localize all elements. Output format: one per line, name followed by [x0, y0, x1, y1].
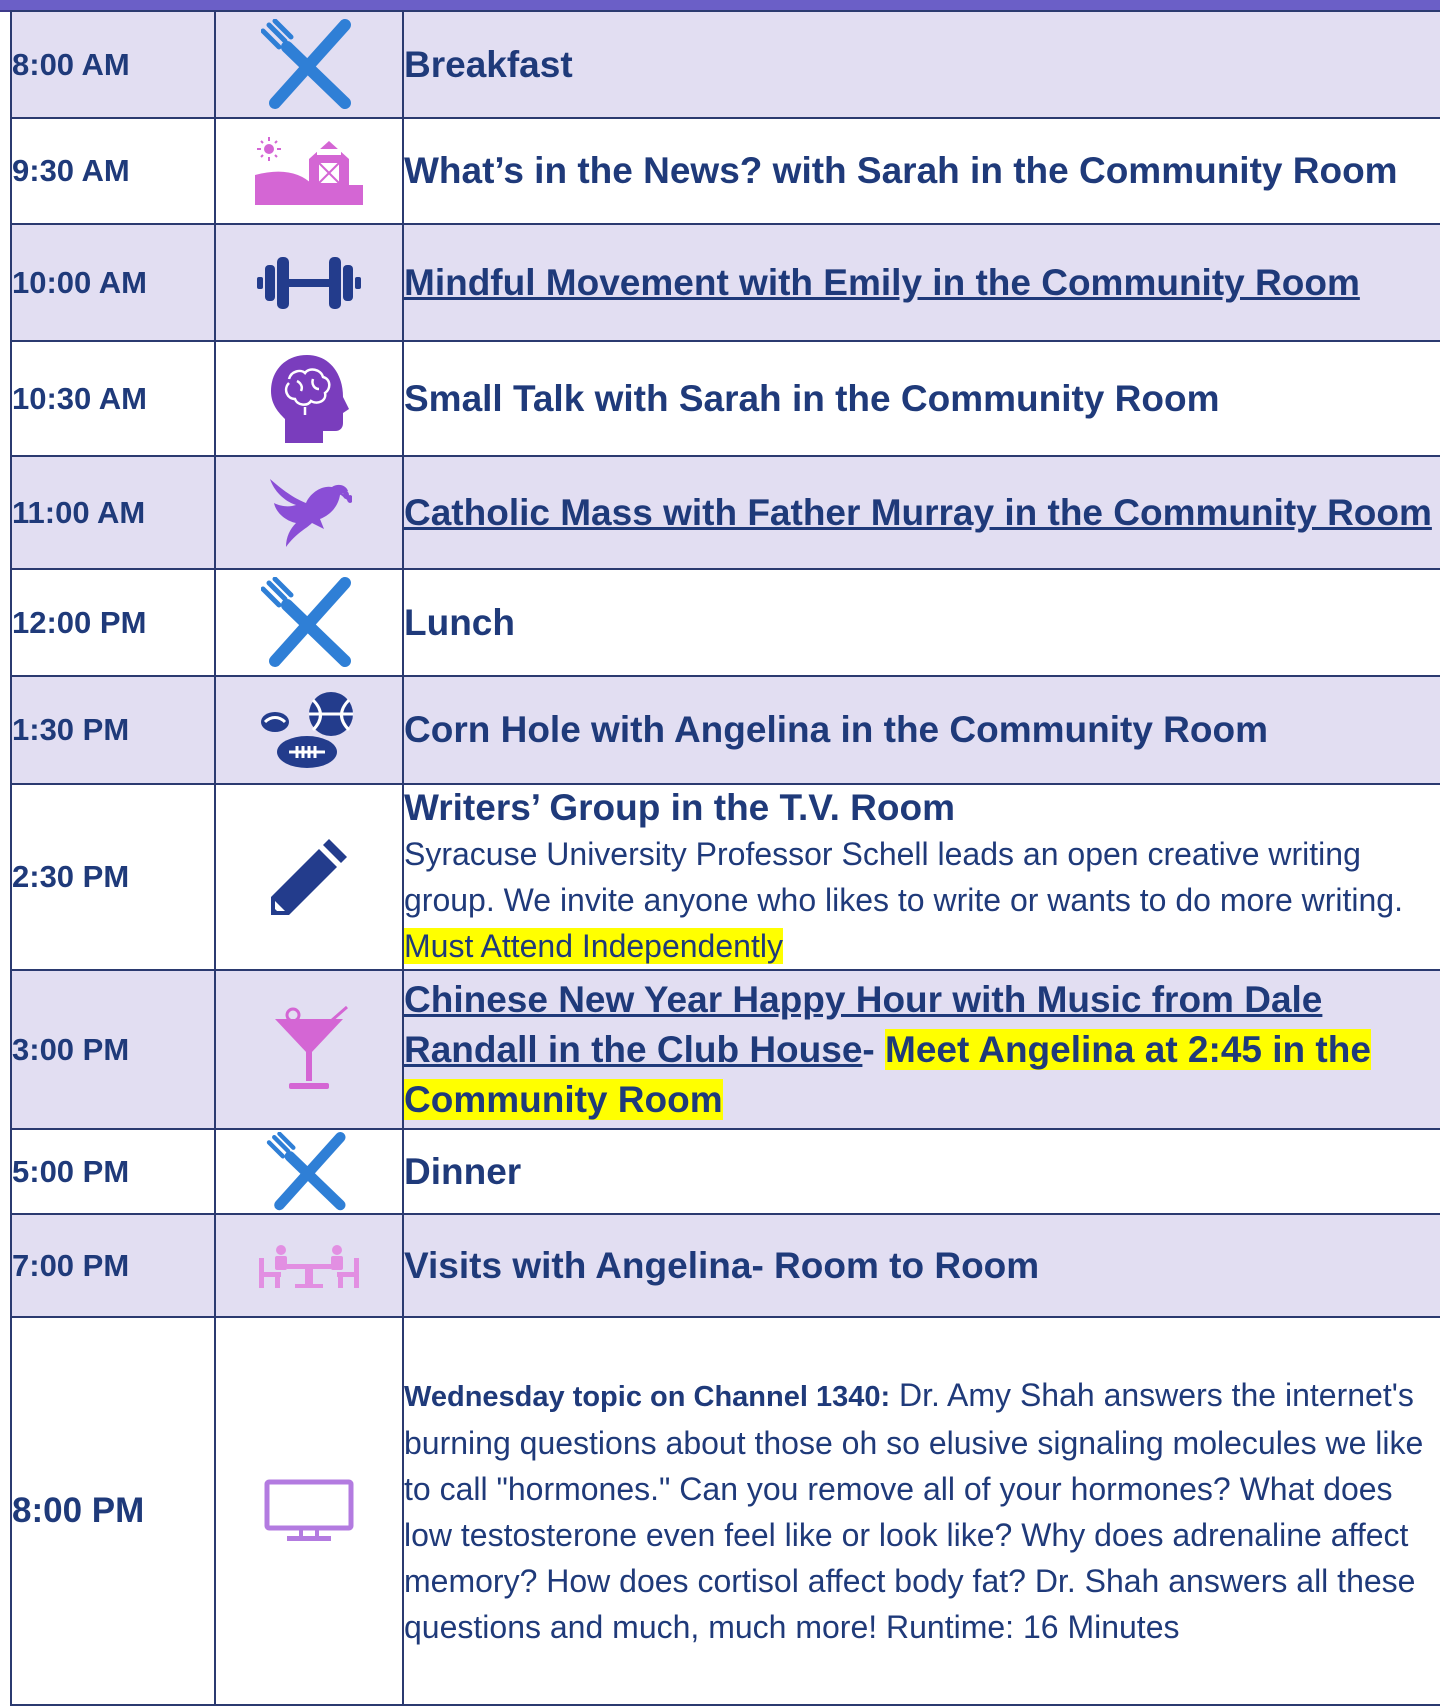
- time-label: 12:00 PM: [10, 568, 216, 677]
- schedule-row: 3:00 PM Chinese New Year Happy Hour with…: [10, 969, 1440, 1130]
- activity-title: Visits with Angelina- Room to Room: [404, 1244, 1040, 1286]
- cocktail-icon: [275, 1005, 348, 1089]
- visit-table-icon: [259, 1244, 359, 1288]
- activity-title: Corn Hole with Angelina in the Community…: [404, 709, 1269, 750]
- schedule-row: 9:30 AM What’s in the News? with Sarah i…: [10, 117, 1440, 225]
- activity-title: What’s in the News? with Sarah in the Co…: [404, 150, 1398, 191]
- time-label: 8:00 PM: [10, 1316, 216, 1706]
- pencil-icon: [271, 839, 347, 915]
- time-label: 9:30 AM: [10, 117, 216, 225]
- time-label: 10:00 AM: [10, 223, 216, 342]
- activity-title: Breakfast: [404, 43, 573, 85]
- time-label: 1:30 PM: [10, 675, 216, 785]
- activity-title: Lunch: [404, 601, 515, 643]
- activity-title: Small Talk with Sarah in the Community R…: [404, 377, 1220, 419]
- time-label: 7:00 PM: [10, 1213, 216, 1318]
- schedule-row: 1:30 PM Corn Hole with Angelina in the C…: [10, 675, 1440, 785]
- activity-title-link[interactable]: Catholic Mass with Father Murray in the …: [404, 492, 1432, 533]
- time-label: 5:00 PM: [10, 1128, 216, 1215]
- schedule-row: 5:00 PM Dinner: [10, 1128, 1440, 1215]
- highlight-note: Must Attend Independently: [404, 928, 783, 964]
- tv-icon: [264, 1479, 354, 1541]
- schedule-row: 10:00 AM Mindful Movement with Emily in …: [10, 223, 1440, 342]
- time-label: 10:30 AM: [10, 340, 216, 457]
- utensils-icon: [261, 18, 351, 109]
- time-label: 11:00 AM: [10, 455, 216, 570]
- brain-head-icon: [271, 354, 349, 443]
- activity-title-link[interactable]: Mindful Movement with Emily in the Commu…: [404, 262, 1360, 303]
- topic-label: Wednesday topic on Channel 1340:: [404, 1381, 891, 1413]
- utensils-icon: [266, 1131, 346, 1210]
- activity-description: Syracuse University Professor Schell lea…: [404, 836, 1403, 964]
- schedule-row: 2:30 PM Writers’ Group in the T.V. Room …: [10, 783, 1440, 971]
- schedule-table: 8:00 AM Breakfast 9:30 AM What’s in the …: [10, 10, 1440, 1706]
- schedule-row: 11:00 AM Catholic Mass with Father Murra…: [10, 455, 1440, 570]
- activity-title: Dinner: [404, 1150, 522, 1192]
- dove-icon: [270, 478, 352, 547]
- schedule-row: 7:00 PM Visits with Angelina- Room to Ro…: [10, 1213, 1440, 1318]
- schedule-row: 8:00 PM Wednesday topic on Channel 1340:…: [10, 1316, 1440, 1706]
- dumbbell-icon: [257, 256, 361, 309]
- schedule-row: 12:00 PM Lunch: [10, 568, 1440, 677]
- time-label: 8:00 AM: [10, 10, 216, 119]
- schedule-row: 8:00 AM Breakfast: [10, 10, 1440, 119]
- time-label: 3:00 PM: [10, 969, 216, 1130]
- sports-balls-icon: [261, 692, 353, 768]
- utensils-icon: [261, 576, 351, 667]
- activity-description: Wednesday topic on Channel 1340: Dr. Amy…: [404, 1377, 1424, 1645]
- barn-sun-icon: [255, 137, 363, 205]
- time-label: 2:30 PM: [10, 783, 216, 971]
- activity-title: Writers’ Group in the T.V. Room: [404, 787, 955, 828]
- schedule-row: 10:30 AM Small Talk with Sarah in the Co…: [10, 340, 1440, 457]
